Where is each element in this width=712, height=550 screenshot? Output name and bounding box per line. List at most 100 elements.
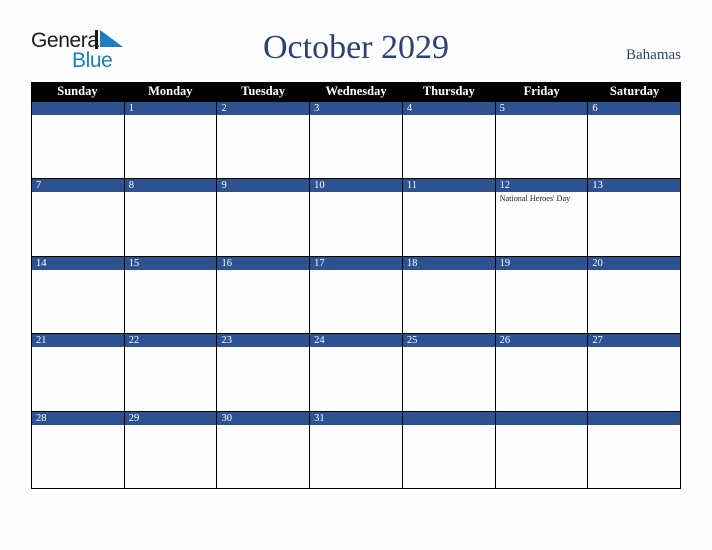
calendar-day-cell-empty[interactable]	[495, 410, 589, 488]
day-events	[217, 270, 309, 333]
day-events	[588, 425, 680, 488]
calendar-day-cell[interactable]: 9	[217, 178, 311, 256]
calendar-day-cell[interactable]: 11	[402, 178, 496, 256]
calendar-day-cell[interactable]: 10	[310, 178, 403, 256]
day-events	[32, 115, 124, 178]
day-events	[403, 115, 495, 178]
day-number: 30	[217, 411, 310, 425]
weekday-saturday: Saturday	[609, 84, 660, 98]
calendar-day-cell[interactable]: 26	[495, 333, 589, 411]
calendar-day-cell[interactable]: 24	[310, 333, 403, 411]
calendar-day-cell[interactable]: 27	[588, 333, 682, 411]
day-events	[32, 425, 124, 488]
calendar-day-cell[interactable]: 23	[217, 333, 311, 411]
calendar-day-cell[interactable]: 28	[32, 410, 125, 488]
weekday-wednesday: Wednesday	[325, 84, 387, 98]
calendar-day-cell[interactable]: 31	[310, 410, 403, 488]
day-events	[496, 115, 588, 178]
day-number: 15	[124, 256, 217, 270]
day-events	[403, 347, 495, 410]
day-number: 22	[124, 334, 217, 348]
calendar-day-cell[interactable]: 22	[124, 333, 218, 411]
weekday-header-row: Sunday Monday Tuesday Wednesday Thursday…	[31, 82, 681, 101]
calendar-day-cell[interactable]: 1	[124, 101, 218, 179]
day-events: National Heroes' Day	[496, 192, 588, 255]
calendar-week-row: 28 29 30 31	[32, 410, 682, 488]
page-header: General Blue October 2029 Bahamas	[0, 0, 712, 82]
day-events	[403, 192, 495, 255]
calendar-week-row: 7 8 9 10 11 12 National Heroes' Day 13	[32, 178, 682, 256]
calendar-week-row: 21 22 23 24 25 26 27	[32, 333, 682, 411]
calendar-day-cell[interactable]: 21	[32, 333, 125, 411]
day-events	[310, 425, 402, 488]
calendar-day-cell[interactable]: 20	[588, 255, 682, 334]
calendar-grid: Sunday Monday Tuesday Wednesday Thursday…	[31, 82, 682, 489]
calendar-day-cell-empty[interactable]	[402, 410, 496, 488]
calendar-day-cell[interactable]: 29	[124, 410, 218, 488]
day-events	[125, 115, 217, 178]
calendar-day-cell[interactable]: 2	[217, 101, 311, 179]
day-events	[496, 425, 588, 488]
day-number	[32, 102, 124, 115]
day-events	[310, 270, 402, 333]
calendar-week-row: 123456	[32, 101, 682, 179]
day-number: 3	[310, 102, 402, 115]
calendar-day-cell[interactable]: 12 National Heroes' Day	[495, 178, 589, 256]
day-number	[588, 411, 681, 425]
day-number: 1	[124, 102, 217, 115]
calendar-day-cell[interactable]: 4	[402, 101, 496, 179]
calendar-day-cell[interactable]: 19	[495, 255, 589, 334]
calendar-day-cell[interactable]: 25	[402, 333, 496, 411]
day-events	[588, 270, 680, 333]
day-events	[217, 115, 309, 178]
day-number: 25	[402, 334, 495, 348]
calendar-day-cell[interactable]: 13	[588, 178, 682, 256]
calendar-day-cell[interactable]: 3	[310, 101, 403, 179]
day-events	[32, 347, 124, 410]
calendar-day-cell[interactable]: 15	[124, 255, 218, 334]
day-events	[403, 270, 495, 333]
calendar-day-cell[interactable]: 5	[495, 101, 589, 179]
calendar-day-cell[interactable]: 18	[402, 255, 496, 334]
day-number: 11	[402, 179, 495, 193]
day-number: 17	[310, 256, 402, 270]
calendar-day-cell[interactable]: 7	[32, 178, 125, 256]
day-number: 31	[310, 411, 402, 425]
day-number: 29	[124, 411, 217, 425]
calendar-day-cell[interactable]: 17	[310, 255, 403, 334]
calendar-day-cell[interactable]: 30	[217, 410, 311, 488]
calendar-day-cell[interactable]: 8	[124, 178, 218, 256]
weekday-thursday: Thursday	[422, 84, 475, 98]
day-number: 5	[495, 102, 588, 115]
day-events	[588, 347, 680, 410]
calendar-day-cell-empty[interactable]	[32, 101, 125, 179]
day-events	[496, 270, 588, 333]
day-events	[310, 347, 402, 410]
calendar-day-cell[interactable]: 16	[217, 255, 311, 334]
day-events	[310, 192, 402, 255]
calendar-week-row: 14 15 16 17 18 19 20	[32, 255, 682, 334]
day-number: 26	[495, 334, 588, 348]
day-events	[496, 347, 588, 410]
day-number: 12	[495, 179, 588, 193]
calendar-day-cell[interactable]: 6	[588, 101, 682, 179]
weekday-sunday: Sunday	[57, 84, 98, 98]
weekday-friday: Friday	[523, 84, 560, 98]
day-number	[402, 411, 495, 425]
day-number: 10	[310, 179, 402, 193]
day-number: 16	[217, 256, 310, 270]
day-events	[125, 425, 217, 488]
day-events	[310, 115, 402, 178]
calendar-day-cell[interactable]: 14	[32, 255, 125, 334]
day-events	[32, 192, 124, 255]
day-events	[32, 270, 124, 333]
day-number: 23	[217, 334, 310, 348]
page-title: October 2029	[262, 29, 449, 66]
country-label: Bahamas	[626, 47, 681, 63]
day-number: 13	[588, 179, 681, 193]
day-number: 27	[588, 334, 681, 348]
calendar-day-cell-empty[interactable]	[588, 410, 682, 488]
day-number: 24	[310, 334, 402, 348]
day-number: 9	[217, 179, 310, 193]
day-number: 14	[32, 256, 124, 270]
